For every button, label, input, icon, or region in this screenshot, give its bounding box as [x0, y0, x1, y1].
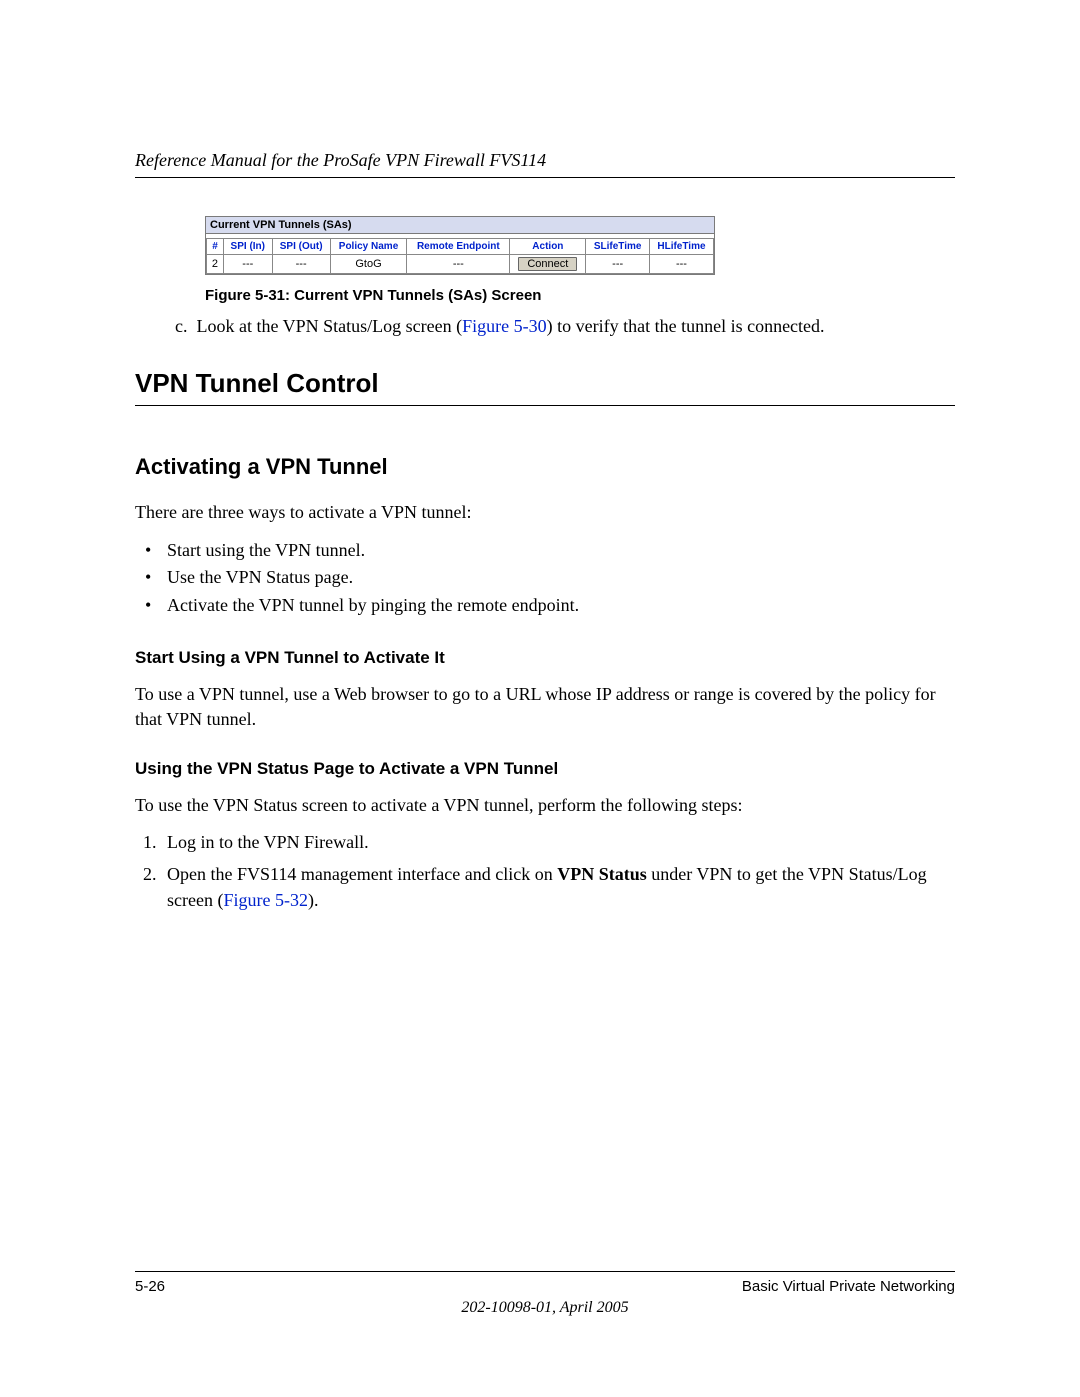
col-spi-in: SPI (In)	[223, 239, 272, 255]
list-item: Start using the VPN tunnel.	[161, 537, 955, 565]
step-c-post: ) to verify that the tunnel is connected…	[547, 316, 825, 336]
page-number: 5-26	[135, 1278, 165, 1295]
screenshot-title: Current VPN Tunnels (SAs)	[206, 217, 714, 234]
cell-num: 2	[207, 255, 224, 274]
col-action: Action	[510, 239, 586, 255]
header-rule	[135, 177, 955, 178]
h1-rule	[135, 405, 955, 406]
col-slifetime: SLifeTime	[586, 239, 649, 255]
step-2-post: ).	[308, 890, 319, 910]
cell-spi-in: ---	[223, 255, 272, 274]
bullet-list: Start using the VPN tunnel. Use the VPN …	[135, 537, 955, 621]
cell-hlife: ---	[649, 255, 713, 274]
sec1-body: To use a VPN tunnel, use a Web browser t…	[135, 682, 955, 731]
h3-start-using: Start Using a VPN Tunnel to Activate It	[135, 648, 955, 668]
footer-rule	[135, 1271, 955, 1272]
h1-vpn-tunnel-control: VPN Tunnel Control	[135, 368, 955, 399]
doc-id: 202-10098-01, April 2005	[135, 1299, 955, 1317]
cell-spi-out: ---	[272, 255, 330, 274]
list-item: Use the VPN Status page.	[161, 564, 955, 592]
step-c: c. Look at the VPN Status/Log screen (Fi…	[175, 314, 955, 338]
cell-remote: ---	[407, 255, 510, 274]
figure-5-30-link[interactable]: Figure 5-30	[462, 316, 547, 336]
list-item: Activate the VPN tunnel by pinging the r…	[161, 592, 955, 620]
table-row: 2 --- --- GtoG --- Connect --- ---	[207, 255, 714, 274]
step-2-pre: Open the FVS114 management interface and…	[167, 864, 557, 884]
cell-slife: ---	[586, 255, 649, 274]
h2-activating: Activating a VPN Tunnel	[135, 454, 955, 480]
step-c-pre: Look at the VPN Status/Log screen (	[197, 316, 463, 336]
connect-button[interactable]: Connect	[518, 257, 577, 271]
cell-policy: GtoG	[330, 255, 407, 274]
h3-using-status: Using the VPN Status Page to Activate a …	[135, 759, 955, 779]
section-title: Basic Virtual Private Networking	[742, 1278, 955, 1295]
step-c-label: c.	[175, 316, 188, 336]
col-hlifetime: HLifeTime	[649, 239, 713, 255]
sec2-intro: To use the VPN Status screen to activate…	[135, 793, 955, 817]
cell-action: Connect	[510, 255, 586, 274]
col-remote-endpoint: Remote Endpoint	[407, 239, 510, 255]
figure-5-32-link[interactable]: Figure 5-32	[223, 890, 308, 910]
col-spi-out: SPI (Out)	[272, 239, 330, 255]
col-policy-name: Policy Name	[330, 239, 407, 255]
steps-list: Log in to the VPN Firewall. Open the FVS…	[135, 829, 955, 913]
table-header-row: # SPI (In) SPI (Out) Policy Name Remote …	[207, 239, 714, 255]
col-num: #	[207, 239, 224, 255]
figure-caption: Figure 5-31: Current VPN Tunnels (SAs) S…	[205, 287, 955, 304]
running-header: Reference Manual for the ProSafe VPN Fir…	[135, 150, 955, 171]
page-footer: 5-26 Basic Virtual Private Networking 20…	[135, 1263, 955, 1317]
intro-paragraph: There are three ways to activate a VPN t…	[135, 500, 955, 524]
vpn-tunnels-table: # SPI (In) SPI (Out) Policy Name Remote …	[206, 238, 714, 274]
vpn-tunnels-screenshot: Current VPN Tunnels (SAs) # SPI (In) SPI…	[205, 216, 715, 275]
step-2: Open the FVS114 management interface and…	[161, 861, 955, 913]
step-1: Log in to the VPN Firewall.	[161, 829, 955, 855]
vpn-status-bold: VPN Status	[557, 864, 647, 884]
